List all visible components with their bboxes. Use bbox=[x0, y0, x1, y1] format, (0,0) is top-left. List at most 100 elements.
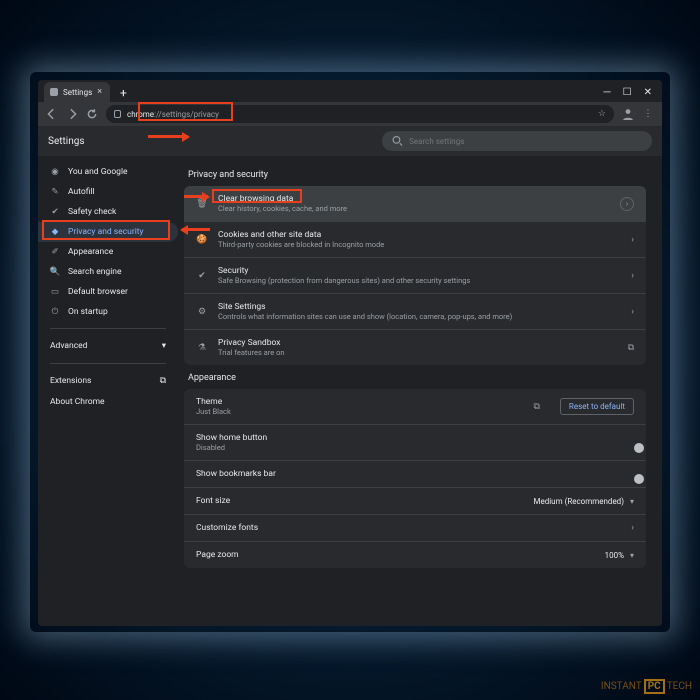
chevron-down-icon: ▾ bbox=[630, 497, 634, 506]
sidebar-about-chrome[interactable]: About Chrome bbox=[38, 392, 178, 412]
chevron-right-icon: › bbox=[631, 271, 634, 281]
check-shield-icon: ✔ bbox=[50, 207, 60, 217]
main-panel: Privacy and security 🗑 Clear browsing da… bbox=[178, 156, 662, 626]
row-customize-fonts[interactable]: Customize fonts › bbox=[184, 514, 646, 541]
watermark-text: INSTANT bbox=[601, 681, 642, 692]
profile-icon[interactable] bbox=[622, 108, 634, 120]
select-value: Medium (Recommended) bbox=[533, 497, 624, 506]
titlebar: Settings × + ─ ☐ ✕ bbox=[38, 80, 662, 102]
new-tab-button[interactable]: + bbox=[116, 84, 131, 102]
row-subtitle: Trial features are on bbox=[218, 348, 284, 357]
sidebar-item-on-startup[interactable]: ⏻ On startup bbox=[38, 302, 178, 322]
row-font-size[interactable]: Font size Medium (Recommended)▾ bbox=[184, 487, 646, 514]
row-cookies[interactable]: 🍪 Cookies and other site dataThird-party… bbox=[184, 221, 646, 257]
maximize-icon[interactable]: ☐ bbox=[623, 87, 632, 98]
sliders-icon: ⚙ bbox=[196, 306, 208, 318]
sidebar-item-label: Extensions bbox=[50, 376, 91, 386]
row-title: Show home button bbox=[196, 433, 267, 443]
browser-icon: ▭ bbox=[50, 287, 60, 297]
cookie-icon: 🍪 bbox=[196, 234, 208, 246]
sidebar-item-label: Default browser bbox=[68, 287, 128, 297]
select-value: 100% bbox=[605, 551, 624, 560]
row-title: Cookies and other site data bbox=[218, 230, 384, 240]
sidebar-item-label: Advanced bbox=[50, 341, 87, 351]
reset-to-default-button[interactable]: Reset to default bbox=[560, 398, 634, 415]
row-subtitle: Third-party cookies are blocked in Incog… bbox=[218, 240, 384, 249]
forward-icon[interactable] bbox=[66, 108, 78, 120]
row-privacy-sandbox[interactable]: ⚗ Privacy SandboxTrial features are on ⧉ bbox=[184, 329, 646, 365]
url-text: chrome://settings/privacy bbox=[127, 110, 219, 119]
sidebar-advanced[interactable]: Advanced ▾ bbox=[38, 335, 178, 357]
row-theme[interactable]: ThemeJust Black ⧉ Reset to default bbox=[184, 389, 646, 424]
annotation-arrow-url bbox=[148, 135, 188, 138]
sidebar-item-default-browser[interactable]: ▭ Default browser bbox=[38, 282, 178, 302]
tab-title: Settings bbox=[63, 88, 92, 97]
row-subtitle: Safe Browsing (protection from dangerous… bbox=[218, 276, 470, 285]
sidebar-item-label: Autofill bbox=[68, 187, 95, 197]
open-external-icon[interactable]: ⧉ bbox=[533, 402, 539, 412]
sidebar-separator bbox=[50, 363, 166, 364]
sidebar-item-autofill[interactable]: ✎Autofill bbox=[38, 182, 178, 202]
row-subtitle: Controls what information sites can use … bbox=[218, 312, 512, 321]
row-title: Clear browsing data bbox=[218, 194, 347, 204]
row-title: Page zoom bbox=[196, 550, 239, 560]
sidebar-item-privacy-security[interactable]: ◆Privacy and security bbox=[38, 222, 178, 242]
back-icon[interactable] bbox=[46, 108, 58, 120]
annotation-arrow-clear-data bbox=[184, 195, 208, 198]
reload-icon[interactable] bbox=[86, 108, 98, 120]
settings-header: Settings bbox=[38, 126, 662, 156]
sidebar-item-label: You and Google bbox=[68, 167, 128, 177]
open-external-icon: ⧉ bbox=[628, 343, 634, 353]
sidebar-item-safety-check[interactable]: ✔Safety check bbox=[38, 202, 178, 222]
sandbox-icon: ⚗ bbox=[196, 342, 208, 354]
security-icon: ✔ bbox=[196, 270, 208, 282]
search-engine-icon: 🔍 bbox=[50, 267, 60, 277]
minimize-icon[interactable]: ─ bbox=[604, 87, 611, 98]
chevron-down-icon: ▾ bbox=[630, 551, 634, 560]
chevron-down-icon: ▾ bbox=[162, 341, 166, 351]
close-tab-icon[interactable]: × bbox=[97, 87, 102, 97]
sidebar-item-appearance[interactable]: ✐Appearance bbox=[38, 242, 178, 262]
page-zoom-select[interactable]: 100% ▾ bbox=[605, 551, 634, 560]
settings-title: Settings bbox=[48, 136, 85, 147]
row-subtitle: Just Black bbox=[196, 407, 231, 416]
sidebar-item-label: On startup bbox=[68, 307, 108, 317]
watermark-pc: PC bbox=[644, 679, 665, 694]
sidebar-item-search-engine[interactable]: 🔍Search engine bbox=[38, 262, 178, 282]
chrome-window: Settings × + ─ ☐ ✕ chrome://settings/pri… bbox=[38, 80, 662, 626]
row-show-bookmarks-bar[interactable]: Show bookmarks bar bbox=[184, 460, 646, 487]
address-bar[interactable]: chrome://settings/privacy ☆ bbox=[106, 105, 614, 123]
settings-favicon bbox=[50, 88, 58, 96]
row-subtitle: Disabled bbox=[196, 443, 267, 452]
row-security[interactable]: ✔ SecuritySafe Browsing (protection from… bbox=[184, 257, 646, 293]
row-site-settings[interactable]: ⚙ Site SettingsControls what information… bbox=[184, 293, 646, 329]
appearance-card: ThemeJust Black ⧉ Reset to default Show … bbox=[184, 389, 646, 568]
font-size-select[interactable]: Medium (Recommended) ▾ bbox=[533, 497, 634, 506]
browser-tab[interactable]: Settings × bbox=[44, 82, 110, 102]
section-title-privacy: Privacy and security bbox=[188, 170, 646, 180]
row-title: Site Settings bbox=[218, 302, 512, 312]
privacy-card: 🗑 Clear browsing dataClear history, cook… bbox=[184, 186, 646, 365]
sidebar-extensions[interactable]: Extensions⧉ bbox=[38, 370, 178, 392]
sidebar-item-label: Privacy and security bbox=[68, 227, 144, 237]
row-title: Show bookmarks bar bbox=[196, 469, 276, 479]
watermark: INSTANT PC TECH bbox=[601, 679, 692, 694]
settings-search-input[interactable] bbox=[409, 137, 642, 146]
lock-icon bbox=[114, 110, 121, 118]
person-icon: ◉ bbox=[50, 167, 60, 177]
menu-dots-icon[interactable]: ⋮ bbox=[642, 108, 654, 120]
row-clear-browsing-data[interactable]: 🗑 Clear browsing dataClear history, cook… bbox=[184, 186, 646, 221]
settings-search[interactable] bbox=[382, 131, 652, 151]
row-subtitle: Clear history, cookies, cache, and more bbox=[218, 204, 347, 213]
bookmark-star-icon[interactable]: ☆ bbox=[598, 109, 606, 119]
power-icon: ⏻ bbox=[50, 307, 60, 317]
row-title: Security bbox=[218, 266, 470, 276]
close-window-icon[interactable]: ✕ bbox=[644, 87, 652, 98]
row-page-zoom[interactable]: Page zoom 100% ▾ bbox=[184, 541, 646, 568]
chevron-right-icon: › bbox=[631, 235, 634, 245]
sidebar-separator bbox=[50, 328, 166, 329]
sidebar-item-you-and-google[interactable]: ◉ You and Google bbox=[38, 162, 178, 182]
watermark-text: TECH bbox=[667, 681, 692, 692]
sidebar: ◉You and Google ✎Autofill ✔Safety check … bbox=[38, 156, 178, 626]
row-show-home-button[interactable]: Show home buttonDisabled bbox=[184, 424, 646, 460]
